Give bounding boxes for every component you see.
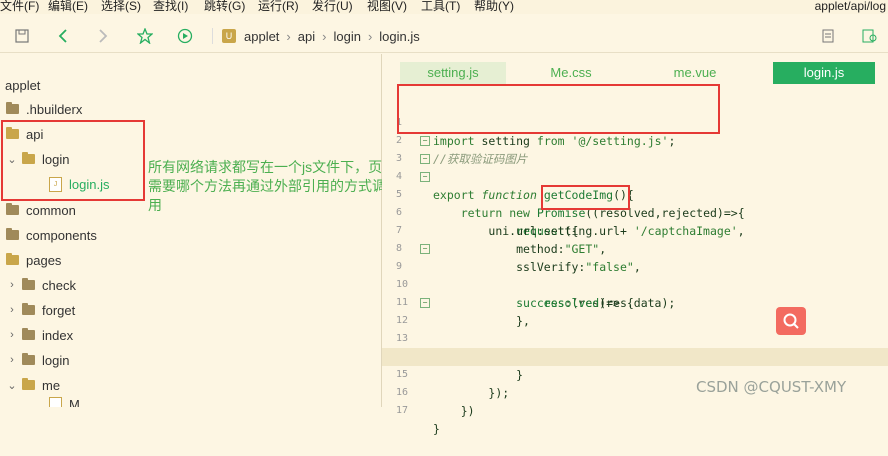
code-line: 13 rejected(err); <box>382 312 888 364</box>
back-icon[interactable] <box>53 26 73 46</box>
breadcrumb: U applet › api › login › login.js <box>222 26 420 46</box>
project-root[interactable]: applet <box>5 74 40 96</box>
tree-item[interactable]: M... <box>49 397 91 407</box>
folder-icon <box>22 278 35 290</box>
tree-item[interactable]: › check <box>6 274 76 296</box>
save-icon[interactable] <box>12 26 32 46</box>
breadcrumb-item[interactable]: applet <box>244 29 279 44</box>
tree-item[interactable]: .hbuilderx <box>6 98 82 120</box>
folder-open-icon <box>6 253 19 265</box>
watermark: CSDN @CQUST-XMY <box>696 378 847 396</box>
code-line: 11 }, <box>382 276 888 328</box>
code-line: 4 − return new Promise((resolved,rejecte… <box>396 154 745 220</box>
folder-icon <box>6 203 19 215</box>
search-button[interactable] <box>776 307 806 335</box>
tree-item-label: M... <box>69 397 91 407</box>
code-line: 6 url:setting.url+ '/captchaImage', <box>382 186 888 238</box>
menu-goto[interactable]: 跳转(G) <box>204 0 245 12</box>
folder-icon <box>22 303 35 315</box>
tab-setting-js[interactable]: setting.js <box>400 62 506 84</box>
tree-item-label: forget <box>42 302 76 318</box>
menu-find[interactable]: 查找(I) <box>153 0 188 12</box>
folder-icon <box>22 328 35 340</box>
breadcrumb-item[interactable]: api <box>298 29 315 44</box>
tab-login-js[interactable]: login.js <box>773 62 875 84</box>
star-icon[interactable] <box>135 26 155 46</box>
tree-item[interactable]: components <box>6 224 97 246</box>
run-icon[interactable] <box>175 26 195 46</box>
tree-item-label: components <box>26 227 97 243</box>
menu-edit[interactable]: 编辑(E) <box>48 0 88 12</box>
folder-icon <box>6 228 19 240</box>
tree-item-label: pages <box>26 252 62 268</box>
code-line: 7 method:"GET", <box>382 204 888 256</box>
menu-bar: 文件(F) 编辑(E) 选择(S) 查找(I) 跳转(G) 运行(R) 发行(U… <box>0 0 888 14</box>
folder-icon <box>22 353 35 365</box>
chevron-right-icon: › <box>286 28 291 44</box>
tree-item[interactable]: pages <box>6 249 61 271</box>
menu-help[interactable]: 帮助(Y) <box>474 0 514 12</box>
document-icon[interactable] <box>818 26 838 46</box>
line-number: 17 <box>396 405 409 416</box>
chevron-right-icon: › <box>10 329 14 341</box>
menu-view[interactable]: 视图(V) <box>367 0 407 12</box>
tree-item[interactable]: › index <box>6 324 73 346</box>
code-editor[interactable]: setting.js Me.css me.vue login.js 1 impo… <box>382 54 888 436</box>
search-icon <box>783 313 799 329</box>
annotation-note: 所有网络请求都写在一个js文件下，页面需要哪个方法再通过外部引用的方式调用 <box>148 159 397 213</box>
chevron-down-icon: ⌄ <box>7 379 17 392</box>
chevron-right-icon: › <box>322 28 327 44</box>
folder-open-icon <box>22 378 35 390</box>
code-line: 5 − uni.request({ <box>396 172 579 238</box>
menu-select[interactable]: 选择(S) <box>101 0 141 12</box>
menu-file[interactable]: 文件(F) <box>0 0 39 12</box>
fold-toggle-icon[interactable]: − <box>420 298 430 308</box>
tree-item-label: index <box>42 327 74 343</box>
menu-run[interactable]: 运行(R) <box>258 0 299 12</box>
chevron-right-icon: › <box>10 279 14 291</box>
menu-tools[interactable]: 工具(T) <box>421 0 460 12</box>
fold-toggle-icon[interactable]: − <box>420 136 430 146</box>
file-icon <box>49 397 62 407</box>
tree-item-label: me <box>42 377 61 393</box>
file-type-icon: U <box>222 29 236 43</box>
chevron-right-icon: › <box>10 304 14 316</box>
tree-item[interactable]: common <box>6 199 76 221</box>
highlight-box <box>541 185 630 210</box>
code-line: 12 − fail:(err)=> { <box>382 294 888 364</box>
tree-item-label: check <box>42 277 76 293</box>
code-line: 3 − export function getCodeImg(){ <box>396 136 634 202</box>
project-explorer: applet .hbuilderx api ⌄ login J login.js… <box>0 54 382 407</box>
window-path: applet/api/log <box>814 0 886 13</box>
tree-item[interactable]: ⌄ me <box>6 374 60 396</box>
editor-tabs: setting.js Me.css me.vue login.js <box>382 62 888 84</box>
forward-icon[interactable] <box>93 26 113 46</box>
code-line: 8 sslVerify:"false", <box>382 222 888 274</box>
highlight-box <box>1 120 145 201</box>
tab-me-vue[interactable]: me.vue <box>636 62 754 84</box>
tree-item-label: common <box>26 202 76 218</box>
breadcrumb-item[interactable]: login <box>333 29 360 44</box>
code-line-current: 15 }); <box>382 348 888 400</box>
tree-item[interactable]: › forget <box>6 299 75 321</box>
folder-icon <box>6 102 19 114</box>
highlight-box <box>397 84 720 134</box>
fold-toggle-icon[interactable]: − <box>420 172 430 182</box>
fold-toggle-icon[interactable]: − <box>420 154 430 164</box>
code-line: 10 resolved(res.data); <box>382 258 888 310</box>
menu-publish[interactable]: 发行(U) <box>312 0 353 12</box>
fold-toggle-icon[interactable]: − <box>420 244 430 254</box>
chevron-right-icon: › <box>10 354 14 366</box>
tab-me-css[interactable]: Me.css <box>516 62 626 84</box>
toolbar-divider <box>212 28 213 44</box>
chevron-right-icon: › <box>367 28 373 44</box>
breadcrumb-item[interactable]: login.js <box>379 29 419 44</box>
tree-item-label: login <box>42 352 70 368</box>
tree-item-label: .hbuilderx <box>26 101 83 117</box>
code-line: 14 } <box>382 330 888 382</box>
tree-item[interactable]: › login <box>6 349 69 371</box>
code-line: 9 − success:(res)=> { <box>396 244 634 310</box>
toolbar: U applet › api › login › login.js <box>0 20 888 53</box>
preview-icon[interactable] <box>860 26 880 46</box>
